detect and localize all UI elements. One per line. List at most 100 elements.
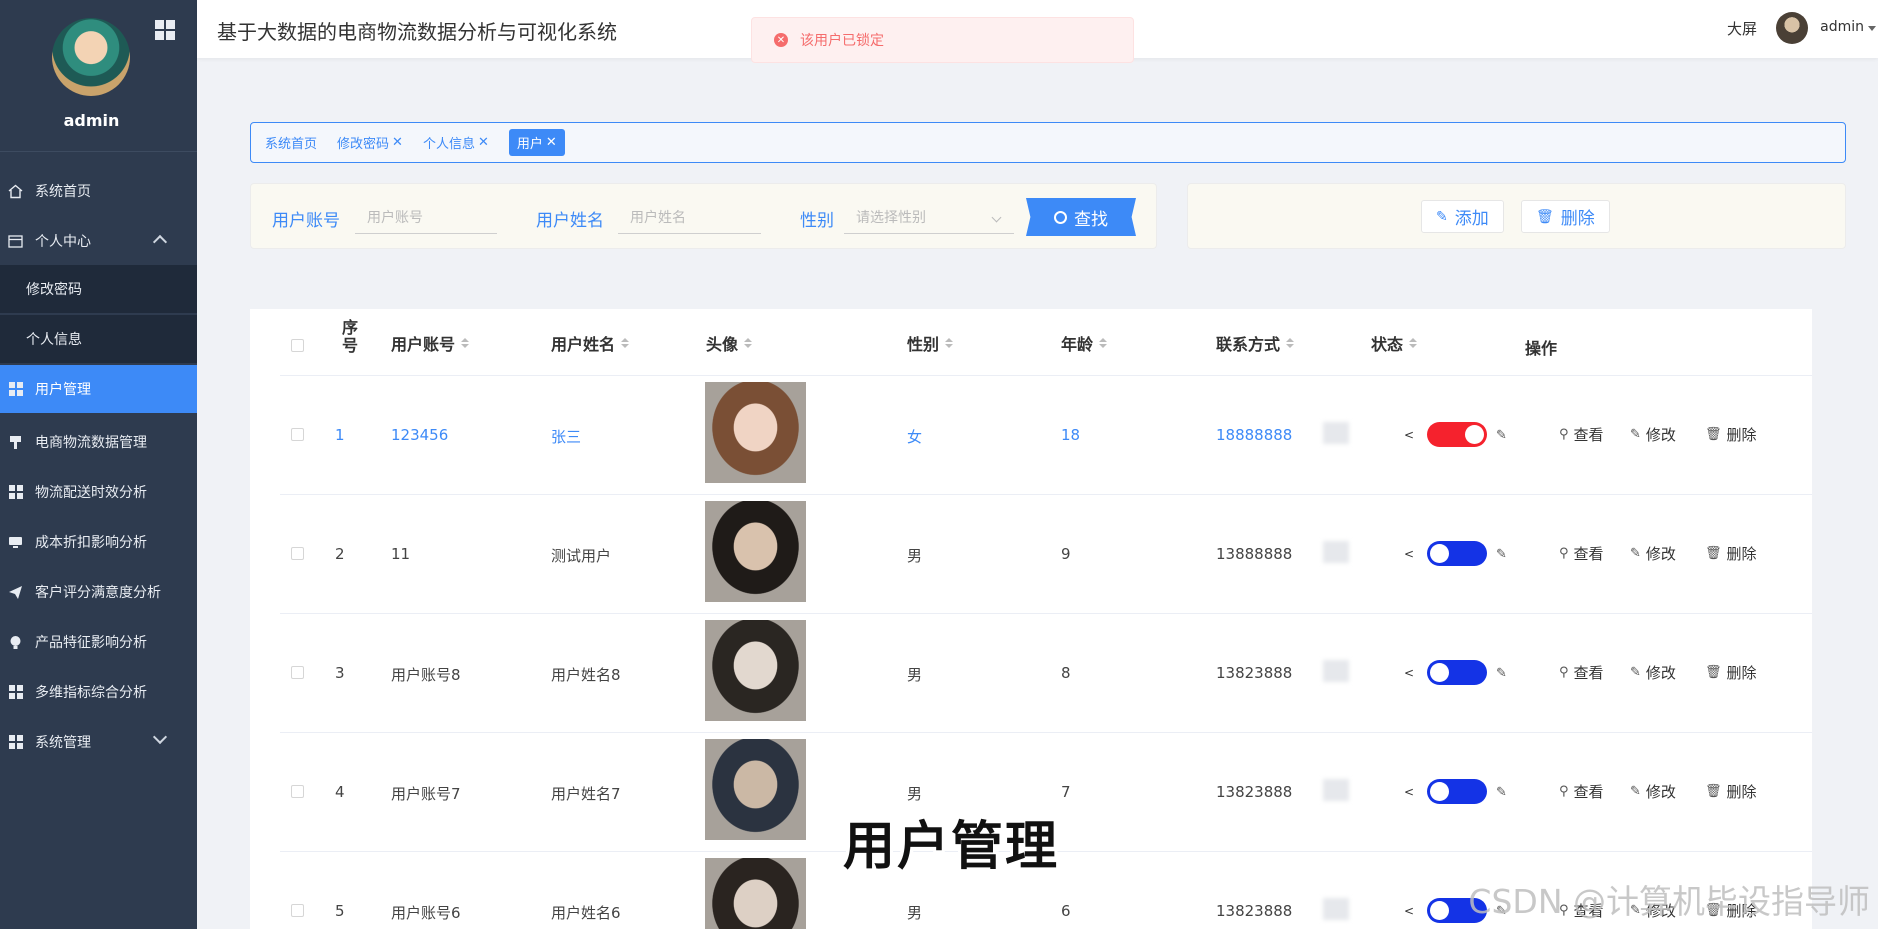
row-checkbox[interactable] bbox=[291, 666, 304, 679]
sidebar-item-change-password[interactable]: 修改密码 bbox=[0, 265, 197, 313]
delete-label: 删除 bbox=[1726, 544, 1757, 563]
view-button[interactable]: ⚲ 查看 bbox=[1554, 420, 1609, 448]
sidebar-item-personal-center[interactable]: 个人中心 bbox=[0, 217, 197, 265]
sidebar-item-logistics-data[interactable]: 电商物流数据管理 bbox=[0, 418, 197, 466]
sidebar-item-system-management[interactable]: 系统管理 bbox=[0, 718, 197, 766]
select-all-checkbox[interactable] bbox=[291, 339, 304, 352]
pencil-icon[interactable]: ✎ bbox=[1496, 666, 1507, 681]
user-avatar[interactable] bbox=[1776, 12, 1808, 44]
header-gender[interactable]: 性别 bbox=[907, 331, 954, 355]
edit-button[interactable]: ✎ 修改 bbox=[1625, 658, 1681, 686]
cell-index: 2 bbox=[335, 545, 345, 563]
gender-label: 性别 bbox=[800, 211, 834, 231]
delete-label: 删除 bbox=[1726, 425, 1757, 444]
caret-down-icon[interactable] bbox=[1868, 26, 1876, 31]
status-toggle[interactable] bbox=[1427, 541, 1487, 566]
pencil-icon[interactable]: ✎ bbox=[1496, 547, 1507, 562]
sidebar-item-multi-analysis[interactable]: 多维指标综合分析 bbox=[0, 668, 197, 716]
delete-row-button[interactable]: 🗑 删除 bbox=[1700, 420, 1762, 448]
tag-home[interactable]: 系统首页 bbox=[265, 133, 317, 152]
status-toggle[interactable] bbox=[1427, 779, 1487, 804]
sidebar-item-delivery-analysis[interactable]: 物流配送时效分析 bbox=[0, 468, 197, 516]
view-button[interactable]: ⚲ 查看 bbox=[1554, 777, 1609, 805]
toggle-knob bbox=[1465, 425, 1484, 444]
user-photo[interactable] bbox=[705, 382, 806, 483]
pencil-icon[interactable]: ✎ bbox=[1496, 785, 1507, 800]
header-account[interactable]: 用户账号 bbox=[391, 331, 470, 355]
delete-button-label: 删除 bbox=[1560, 209, 1595, 229]
sidebar-item-product-analysis[interactable]: 产品特征影响分析 bbox=[0, 618, 197, 666]
sidebar-item-label: 个人中心 bbox=[35, 234, 91, 250]
header-username[interactable]: admin bbox=[1820, 19, 1864, 35]
sidebar-item-rating-analysis[interactable]: 客户评分满意度分析 bbox=[0, 568, 197, 616]
chevron-down-icon bbox=[152, 729, 168, 745]
sidebar-item-cost-analysis[interactable]: 成本折扣影响分析 bbox=[0, 518, 197, 566]
cell-account: 用户账号7 bbox=[391, 785, 461, 803]
status-toggle[interactable] bbox=[1427, 422, 1487, 447]
delete-row-button[interactable]: 🗑 删除 bbox=[1700, 539, 1762, 567]
search-button[interactable]: 查找 bbox=[1026, 198, 1136, 236]
pencil-icon[interactable]: ✎ bbox=[1496, 428, 1507, 443]
sort-icon[interactable] bbox=[1099, 338, 1108, 348]
row-checkbox[interactable] bbox=[291, 547, 304, 560]
chevron-up-icon bbox=[152, 234, 168, 250]
header-status[interactable]: 状态 bbox=[1371, 331, 1418, 355]
share-icon[interactable]: < bbox=[1404, 547, 1414, 561]
search-icon: ⚲ bbox=[1559, 545, 1569, 561]
menu-toggle-icon[interactable] bbox=[155, 20, 175, 40]
close-icon[interactable]: ✕ bbox=[392, 135, 403, 150]
sort-icon[interactable] bbox=[621, 338, 630, 348]
user-photo[interactable] bbox=[705, 739, 806, 840]
sidebar-profile: admin bbox=[0, 0, 197, 152]
cell-age: 7 bbox=[1061, 783, 1071, 801]
share-icon[interactable]: < bbox=[1404, 666, 1414, 680]
sidebar-item-label: 成本折扣影响分析 bbox=[35, 535, 147, 551]
view-button[interactable]: ⚲ 查看 bbox=[1554, 539, 1609, 567]
edit-button[interactable]: ✎ 修改 bbox=[1625, 420, 1681, 448]
sidebar-item-personal-info[interactable]: 个人信息 bbox=[0, 315, 197, 363]
delete-button[interactable]: 🗑 删除 bbox=[1521, 200, 1610, 233]
header-avatar[interactable]: 头像 bbox=[706, 331, 753, 355]
sort-icon[interactable] bbox=[744, 338, 753, 348]
sort-icon[interactable] bbox=[1286, 338, 1295, 348]
row-checkbox[interactable] bbox=[291, 904, 304, 917]
user-photo[interactable] bbox=[705, 858, 806, 929]
tag-change-password[interactable]: 修改密码 ✕ bbox=[337, 133, 403, 152]
header-phone[interactable]: 联系方式 bbox=[1216, 331, 1295, 355]
share-icon[interactable]: < bbox=[1404, 904, 1414, 918]
user-photo[interactable] bbox=[705, 501, 806, 602]
gender-select[interactable]: 请选择性别 bbox=[844, 202, 1014, 234]
header-age[interactable]: 年龄 bbox=[1061, 331, 1108, 355]
cell-gender: 男 bbox=[907, 785, 923, 803]
share-icon[interactable]: < bbox=[1404, 785, 1414, 799]
close-icon[interactable]: ✕ bbox=[478, 135, 489, 150]
account-input[interactable]: 用户账号 bbox=[355, 202, 497, 234]
name-input[interactable]: 用户姓名 bbox=[618, 202, 761, 234]
sort-icon[interactable] bbox=[461, 338, 470, 348]
grid-icon bbox=[8, 735, 23, 750]
tag-personal-info[interactable]: 个人信息 ✕ bbox=[423, 133, 489, 152]
sidebar-item-home[interactable]: 系统首页 bbox=[0, 167, 197, 215]
tag-user[interactable]: 用户 ✕ bbox=[508, 129, 565, 156]
toggle-knob bbox=[1430, 663, 1449, 682]
view-label: 查看 bbox=[1573, 663, 1604, 682]
sort-icon[interactable] bbox=[1409, 338, 1418, 348]
big-screen-link[interactable]: 大屏 bbox=[1727, 18, 1757, 39]
add-button[interactable]: ✎ 添加 bbox=[1421, 200, 1504, 233]
delete-row-button[interactable]: 🗑 删除 bbox=[1700, 777, 1762, 805]
view-button[interactable]: ⚲ 查看 bbox=[1554, 658, 1609, 686]
status-toggle[interactable] bbox=[1427, 660, 1487, 685]
row-checkbox[interactable] bbox=[291, 428, 304, 441]
edit-button[interactable]: ✎ 修改 bbox=[1625, 539, 1681, 567]
close-icon[interactable]: ✕ bbox=[546, 135, 557, 150]
sort-icon[interactable] bbox=[945, 338, 954, 348]
share-icon[interactable]: < bbox=[1404, 428, 1414, 442]
header-name[interactable]: 用户姓名 bbox=[551, 331, 630, 355]
delete-row-button[interactable]: 🗑 删除 bbox=[1700, 658, 1762, 686]
add-button-label: 添加 bbox=[1454, 209, 1489, 229]
avatar[interactable] bbox=[52, 18, 130, 96]
sidebar-item-user-management[interactable]: 用户管理 bbox=[0, 365, 197, 413]
edit-button[interactable]: ✎ 修改 bbox=[1625, 777, 1681, 805]
row-checkbox[interactable] bbox=[291, 785, 304, 798]
user-photo[interactable] bbox=[705, 620, 806, 721]
